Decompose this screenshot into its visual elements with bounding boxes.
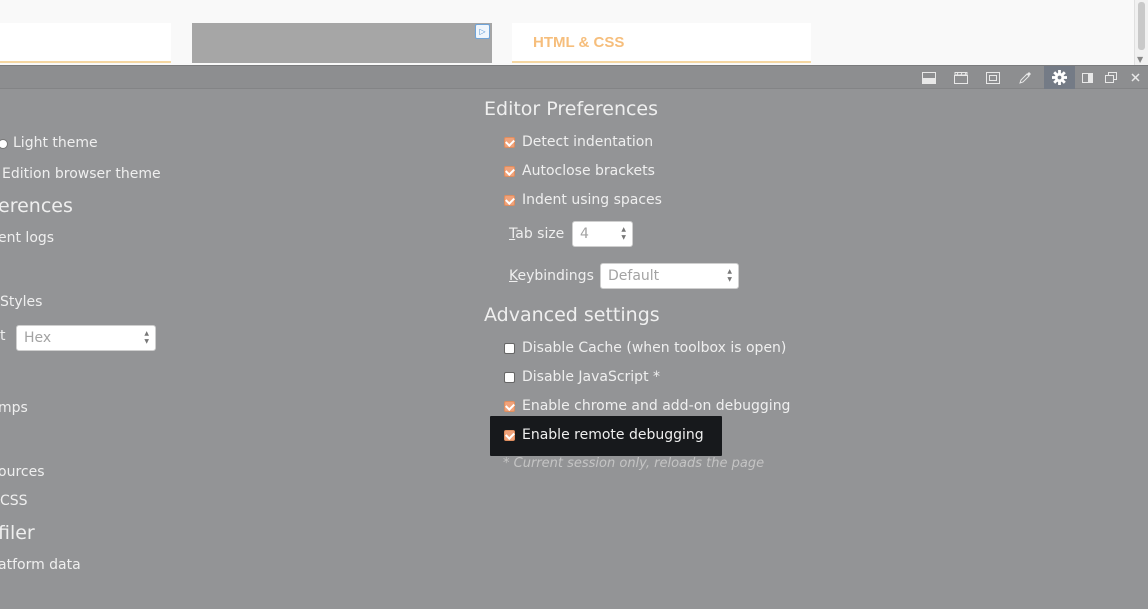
- close-icon: [1130, 73, 1140, 82]
- select-spinner-icon: ▲ ▼: [727, 268, 732, 283]
- page-scrollbar[interactable]: ▼: [1134, 0, 1148, 65]
- detect-indentation-label: Detect indentation: [522, 134, 654, 150]
- remote-debugging-checkbox[interactable]: [504, 429, 515, 441]
- keybindings-label: Keybindings: [509, 268, 594, 284]
- eyedropper-icon: [1018, 72, 1031, 84]
- keybindings-value: Default: [608, 268, 660, 284]
- disable-javascript-checkbox[interactable]: [504, 371, 515, 383]
- light-theme-radio[interactable]: [0, 139, 8, 149]
- close-toolbox-button[interactable]: [1123, 66, 1147, 89]
- html-css-card-title: HTML & CSS: [533, 34, 625, 51]
- advanced-settings-heading: Advanced settings: [484, 304, 660, 326]
- platform-data-label: atform data: [0, 557, 81, 573]
- toolbox-options-button[interactable]: [1044, 66, 1075, 89]
- tab-size-value: 4: [580, 226, 589, 242]
- color-unit-label: t: [0, 328, 6, 344]
- devtools-toolbar: [0, 65, 1148, 89]
- screenshot-button[interactable]: [948, 66, 974, 89]
- remote-debugging-label: Enable remote debugging: [522, 427, 704, 443]
- light-theme-label: Light theme: [13, 135, 98, 151]
- webpage-area: ▷ HTML & CSS ▼: [0, 0, 1148, 65]
- tab-size-label: Tab size: [509, 226, 565, 242]
- disable-cache-checkbox[interactable]: [504, 342, 515, 354]
- editor-preferences-heading: Editor Preferences: [484, 98, 659, 120]
- film-clapper-icon: [954, 71, 968, 84]
- autoclose-brackets-option[interactable]: Autoclose brackets: [504, 161, 655, 181]
- session-only-note: * Current session only, reloads the page: [503, 456, 765, 471]
- ad-choices-icon[interactable]: ▷: [475, 24, 490, 39]
- select-spinner-icon: ▲ ▼: [621, 226, 626, 241]
- disable-javascript-option[interactable]: Disable JavaScript *: [504, 367, 660, 387]
- chrome-debugging-option[interactable]: Enable chrome and add-on debugging: [504, 396, 790, 416]
- dock-side-icon: [1081, 72, 1093, 83]
- color-unit-select[interactable]: Hex ▲ ▼: [16, 325, 156, 351]
- scroll-down-arrow-icon[interactable]: ▼: [1137, 55, 1143, 64]
- indent-using-spaces-option[interactable]: Indent using spaces: [504, 190, 662, 210]
- chrome-debugging-checkbox[interactable]: [504, 400, 515, 412]
- gear-icon: [1052, 70, 1067, 85]
- advertisement-card[interactable]: ▷: [192, 23, 492, 63]
- page-card-left[interactable]: [0, 23, 171, 63]
- persistent-logs-label: ent logs: [0, 230, 55, 246]
- disable-cache-option[interactable]: Disable Cache (when toolbox is open): [504, 338, 786, 358]
- select-spinner-icon: ▲ ▼: [144, 330, 149, 345]
- color-unit-value: Hex: [24, 330, 52, 346]
- indent-using-spaces-label: Indent using spaces: [522, 192, 662, 208]
- autoclose-brackets-label: Autoclose brackets: [522, 163, 655, 179]
- detect-indentation-checkbox[interactable]: [504, 136, 515, 148]
- tab-size-select[interactable]: 4 ▲ ▼: [572, 221, 633, 247]
- scrollbar-thumb[interactable]: [1138, 2, 1145, 50]
- browser-theme-label: Edition browser theme: [2, 166, 161, 182]
- separate-window-icon: [1105, 72, 1117, 83]
- css-label: CSS: [0, 493, 28, 509]
- chrome-debugging-label: Enable chrome and add-on debugging: [522, 398, 791, 414]
- dock-side-button[interactable]: [1075, 66, 1099, 89]
- styles-label: Styles: [0, 294, 43, 310]
- remote-debugging-option[interactable]: Enable remote debugging: [504, 425, 704, 445]
- disable-cache-label: Disable Cache (when toolbox is open): [522, 340, 787, 356]
- separate-window-button[interactable]: [1099, 66, 1123, 89]
- preferences-heading: erences: [0, 195, 73, 217]
- html-css-card[interactable]: HTML & CSS: [512, 23, 811, 63]
- profiler-heading: filer: [0, 522, 35, 544]
- split-console-icon: [922, 71, 936, 84]
- indent-using-spaces-checkbox[interactable]: [504, 194, 515, 206]
- detect-indentation-option[interactable]: Detect indentation: [504, 132, 653, 152]
- responsive-mode-button[interactable]: [980, 66, 1006, 89]
- timestamps-label: mps: [0, 400, 28, 416]
- responsive-frame-icon: [986, 71, 1000, 84]
- eyedropper-button[interactable]: [1012, 66, 1038, 89]
- toolbox-options-panel: Light theme Edition browser theme erence…: [0, 89, 1148, 609]
- split-console-button[interactable]: [916, 66, 942, 89]
- disable-javascript-label: Disable JavaScript *: [522, 369, 661, 385]
- keybindings-select[interactable]: Default ▲ ▼: [600, 263, 739, 289]
- sources-label: ources: [0, 464, 45, 480]
- autoclose-brackets-checkbox[interactable]: [504, 165, 515, 177]
